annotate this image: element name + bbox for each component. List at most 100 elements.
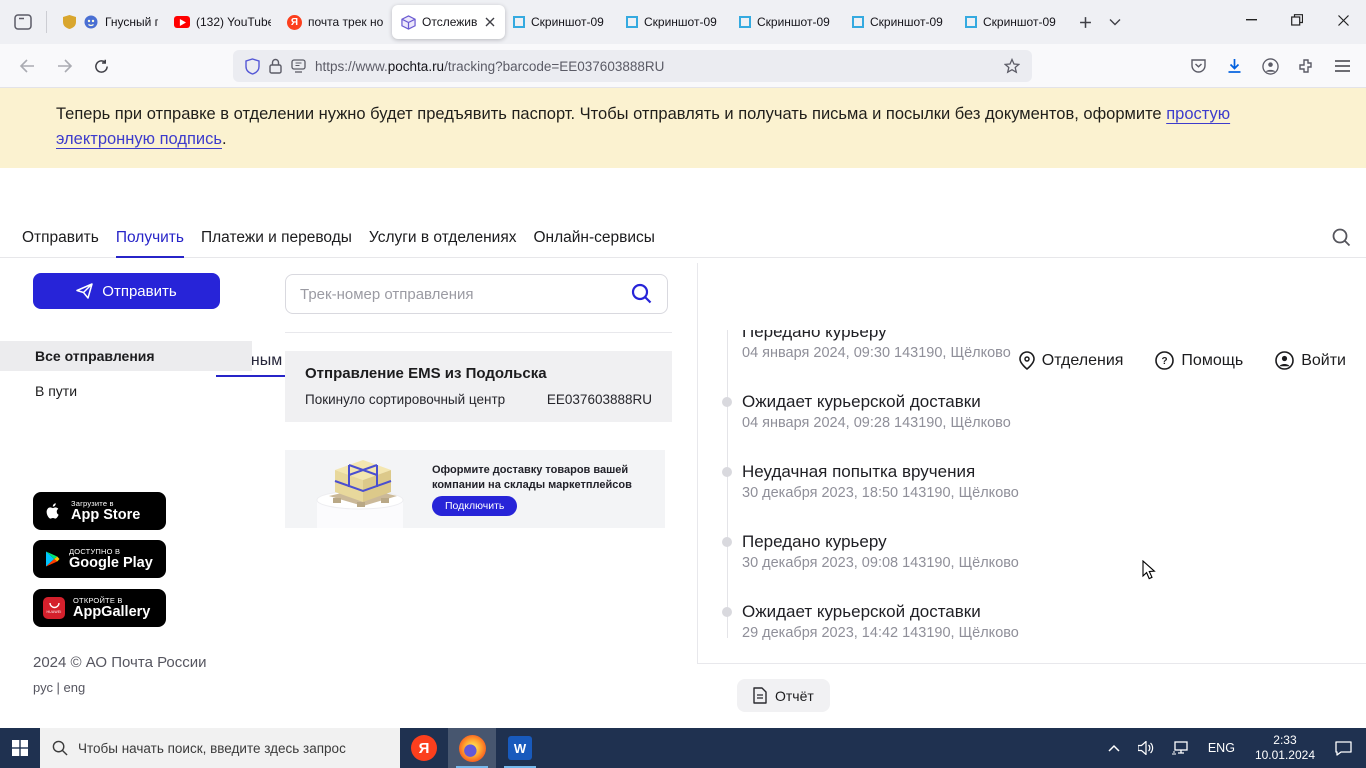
shipment-title: Отправление EMS из Подольска xyxy=(305,365,652,382)
track-search-icon[interactable] xyxy=(631,283,652,304)
windows-logo-icon xyxy=(12,740,28,756)
divider xyxy=(285,332,672,333)
marketplace-promo-banner[interactable]: Оформите доставку товаров вашей компании… xyxy=(285,450,665,528)
taskbar-date: 10.01.2024 xyxy=(1255,748,1315,763)
tab-close-icon[interactable] xyxy=(483,17,497,27)
event-title: Неудачная попытка вручения xyxy=(742,462,975,482)
badge-bottom-label: App Store xyxy=(71,508,140,523)
document-icon xyxy=(753,687,767,704)
taskbar-clock[interactable]: 2:33 10.01.2024 xyxy=(1247,733,1323,763)
firefox-icon xyxy=(459,735,486,762)
timeline-dot xyxy=(722,537,732,547)
downloads-button[interactable] xyxy=(1219,51,1249,81)
send-button[interactable]: Отправить xyxy=(33,273,220,309)
track-number-input[interactable] xyxy=(285,274,668,314)
screenshot-icon xyxy=(852,16,864,28)
tab-title: Скриншот-09 xyxy=(531,15,610,29)
tab-8[interactable]: Скриншот-09 xyxy=(957,5,1070,39)
tab-7[interactable]: Скриншот-09 xyxy=(844,5,957,39)
appgallery-badge[interactable]: HUAWEI ОТКРОЙТЕ ВAppGallery xyxy=(33,589,166,627)
tracking-protection-shield-icon[interactable] xyxy=(245,58,260,75)
huawei-label: HUAWEI xyxy=(46,610,61,614)
tab-2[interactable]: Я почта трек но xyxy=(279,5,392,39)
language-switch[interactable]: рус | eng xyxy=(33,680,85,695)
character-favicon xyxy=(83,14,99,30)
tab-1[interactable]: (132) YouTube xyxy=(166,5,279,39)
taskbar-word[interactable]: W xyxy=(496,728,544,768)
network-icon[interactable] xyxy=(1166,728,1196,768)
restore-button[interactable] xyxy=(1274,0,1320,40)
shipment-card[interactable]: Отправление EMS из Подольска Покинуло со… xyxy=(285,351,672,422)
url-domain: pochta.ru xyxy=(388,59,444,74)
send-button-label: Отправить xyxy=(102,283,176,300)
divider xyxy=(697,663,1366,664)
tab-title: Скриншот-09 xyxy=(983,15,1062,29)
menu-button[interactable] xyxy=(1327,51,1357,81)
taskbar-firefox[interactable] xyxy=(448,728,496,768)
new-tab-button[interactable] xyxy=(1070,7,1100,37)
hidden-icons-chevron[interactable] xyxy=(1102,728,1126,768)
sidebar-item-all-shipments[interactable]: Все отправления xyxy=(0,341,252,371)
language-indicator[interactable]: ENG xyxy=(1202,728,1241,768)
tab-0[interactable]: Гнусный п xyxy=(53,5,166,39)
shipment-status: Покинуло сортировочный центр xyxy=(305,392,505,407)
sidebar-item-label: В пути xyxy=(35,383,77,399)
url-scheme: https://www. xyxy=(315,59,388,74)
site-search-icon[interactable] xyxy=(1332,228,1351,247)
screenshot-icon xyxy=(739,16,751,28)
minimize-button[interactable] xyxy=(1228,0,1274,40)
action-center-icon[interactable] xyxy=(1329,728,1358,768)
tab-6[interactable]: Скриншот-09 xyxy=(731,5,844,39)
badge-bottom-label: Google Play xyxy=(69,556,153,571)
crest-favicon xyxy=(61,14,77,30)
screenshot-icon xyxy=(626,16,638,28)
tab-title: (132) YouTube xyxy=(196,15,271,29)
nav-receive[interactable]: Получить xyxy=(116,218,184,258)
site-header: ПОЧТА РОССИИ Частным лицам Бизнесу Отдел… xyxy=(0,168,1366,218)
tracking-timeline: Передано курьеру 04 января 2024, 09:30 1… xyxy=(698,330,1366,663)
window-controls xyxy=(1228,0,1366,40)
back-button[interactable] xyxy=(12,51,42,81)
volume-icon[interactable] xyxy=(1132,728,1160,768)
nav-online-services[interactable]: Онлайн-сервисы xyxy=(533,218,654,258)
google-play-badge[interactable]: ДОСТУПНО ВGoogle Play xyxy=(33,540,166,578)
youtube-icon xyxy=(174,16,190,28)
tab-title: почта трек но xyxy=(308,15,384,29)
event-details: 30 декабря 2023, 18:50 143190, Щёлково xyxy=(742,485,1019,501)
tab-title: Гнусный п xyxy=(105,15,158,29)
pocket-button[interactable] xyxy=(1183,51,1213,81)
account-button[interactable] xyxy=(1255,51,1285,81)
package-icon xyxy=(400,14,416,30)
event-title: Передано курьеру xyxy=(742,532,887,552)
promo-connect-button[interactable]: Подключить xyxy=(432,496,517,516)
app-store-badge[interactable]: Загрузите вApp Store xyxy=(33,492,166,530)
browser-tab-bar: Гнусный п (132) YouTube Я почта трек но … xyxy=(0,0,1366,44)
close-window-button[interactable] xyxy=(1320,0,1366,40)
forward-button[interactable] xyxy=(50,51,80,81)
event-details: 29 декабря 2023, 14:42 143190, Щёлково xyxy=(742,625,1019,641)
taskbar-yandex-browser[interactable]: Я xyxy=(400,728,448,768)
nav-send[interactable]: Отправить xyxy=(22,218,99,258)
tab-3-active[interactable]: Отслежива xyxy=(392,5,505,39)
firefox-view-button[interactable] xyxy=(6,7,40,37)
word-icon: W xyxy=(508,736,532,760)
permissions-icon[interactable] xyxy=(291,59,306,73)
tab-title: Отслежива xyxy=(422,15,477,29)
start-button[interactable] xyxy=(0,728,40,768)
list-tabs-button[interactable] xyxy=(1100,7,1130,37)
tab-5[interactable]: Скриншот-09 xyxy=(618,5,731,39)
url-bar[interactable]: https://www.pochta.ru/tracking?barcode=E… xyxy=(233,50,1032,82)
yandex-browser-icon: Я xyxy=(411,735,437,761)
yandex-icon: Я xyxy=(287,15,302,30)
nav-payments[interactable]: Платежи и переводы xyxy=(201,218,352,258)
extensions-button[interactable] xyxy=(1291,51,1321,81)
sidebar-item-in-transit[interactable]: В пути xyxy=(35,383,77,399)
bookmark-star-button[interactable] xyxy=(1004,58,1020,74)
taskbar-search-box[interactable]: Чтобы начать поиск, введите здесь запрос xyxy=(40,728,400,768)
tab-4[interactable]: Скриншот-09 xyxy=(505,5,618,39)
reload-button[interactable] xyxy=(86,51,116,81)
report-button[interactable]: Отчёт xyxy=(737,679,830,712)
lock-icon[interactable] xyxy=(269,58,282,74)
huawei-icon: HUAWEI xyxy=(43,597,65,619)
nav-branch-services[interactable]: Услуги в отделениях xyxy=(369,218,517,258)
